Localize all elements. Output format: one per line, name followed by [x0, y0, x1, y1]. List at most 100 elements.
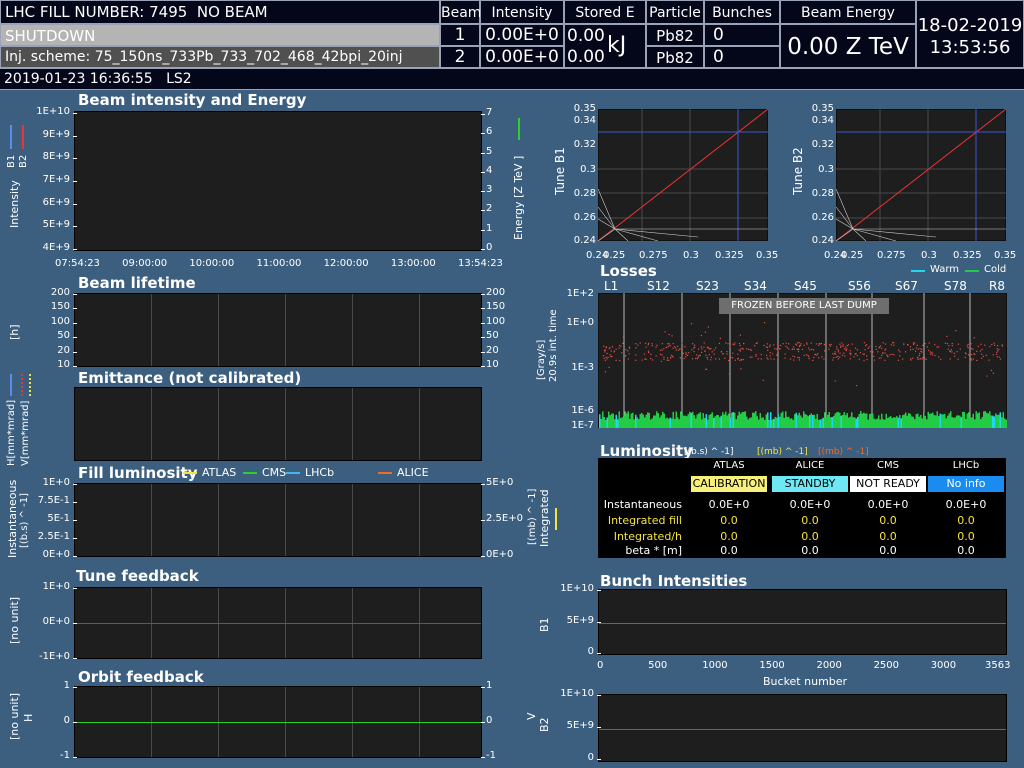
- y-tick-label: 1E+10: [560, 583, 594, 594]
- bunch-b2-plot[interactable]: [598, 694, 1007, 762]
- y-tick-label: 6E+9: [42, 196, 70, 208]
- x-tick-label: 11:00:00: [256, 258, 302, 269]
- fill-number: 7495: [149, 3, 188, 21]
- beam2-particle: Pb82: [656, 49, 694, 67]
- y-tick-label: 50: [486, 330, 499, 342]
- fill-lumi-plot[interactable]: [74, 483, 482, 557]
- y-tick-label: 1E+2: [566, 288, 594, 299]
- y-tick-label: 7: [486, 107, 493, 118]
- x-tick-label: 0.25: [603, 250, 626, 261]
- y-tick-label: 1E-3: [571, 362, 594, 373]
- tune-feedback-title: Tune feedback: [76, 567, 199, 585]
- sector-label: S67: [895, 279, 918, 293]
- x-tick-label: 0.3: [683, 250, 699, 261]
- x-tick-label: 0.3: [921, 250, 937, 261]
- tune-b1-diagram[interactable]: [598, 109, 768, 241]
- sector-label: R8: [989, 279, 1005, 293]
- legend-swatch: [243, 472, 257, 474]
- lumi-value: 0.0: [720, 514, 738, 527]
- beam1-bunches: 0: [713, 25, 724, 45]
- fill-label: LHC FILL NUMBER:: [5, 3, 145, 21]
- y-tick-label: 0E+0: [42, 616, 70, 627]
- y-tick-label: 0: [587, 646, 594, 657]
- bunch-b2-v-label: V: [525, 712, 538, 720]
- legend-swatch: [378, 472, 392, 474]
- y-tick-label: 1E-6: [571, 405, 594, 416]
- cold-legend-line: [965, 270, 979, 272]
- inj-scheme: Inj. scheme: 75_150ns_733Pb_733_702_468_…: [5, 49, 403, 65]
- lumi-row-label: Integrated fill: [607, 514, 682, 527]
- fill-lumi-y2label-unit: [(mb) ^ -1]: [527, 488, 538, 545]
- tune-feedback-plot[interactable]: [74, 587, 482, 659]
- y-tick-label: 0: [63, 715, 70, 726]
- intensity-panel-title: Beam intensity and Energy: [78, 91, 307, 109]
- lumi-value: 0.0: [720, 544, 738, 557]
- y-tick-label: 100: [50, 315, 70, 327]
- beam2-stored-energy: 0.00: [567, 47, 605, 67]
- y-tick-label: 0E+0: [486, 549, 514, 560]
- y-tick-label: 1E+10: [36, 106, 70, 117]
- y-tick-label: 0.3: [818, 164, 834, 175]
- sector-label: L1: [604, 279, 619, 293]
- legend-label: ATLAS: [202, 466, 237, 479]
- luminosity-table: ATLAS ALICE CMS LHCb CALIBRATION STANDBY NOT R…: [598, 458, 1006, 558]
- col-particle: Particle: [649, 5, 701, 21]
- tune-feedback-line: [75, 623, 481, 624]
- y-tick-label: 0.26: [811, 212, 834, 223]
- lumi-unit-inst: [(b.s) ^ -1]: [684, 447, 734, 457]
- sector-label: S78: [944, 279, 967, 293]
- orbit-feedback-plot[interactable]: [74, 686, 482, 758]
- y-tick-label: 5E+9: [42, 219, 70, 231]
- x-tick-label: 12:00:00: [323, 258, 369, 269]
- legend-swatch: [183, 472, 197, 474]
- y-tick-label: -1: [486, 750, 496, 761]
- status-line: 2019-01-23 16:36:55 LS2: [0, 68, 1024, 90]
- y-tick-label: 4: [486, 164, 493, 176]
- lumi-row-label: beta * [m]: [625, 544, 682, 557]
- beam-energy-value: 0.00 Z TeV: [787, 34, 909, 60]
- y-tick-label: -1: [60, 750, 70, 761]
- x-tick-label: 1500: [759, 660, 785, 671]
- warm-legend-label: Warm: [930, 264, 960, 275]
- lumi-row-label: Integrated/h: [613, 530, 682, 543]
- x-tick-label: 0.35: [756, 250, 779, 261]
- beam1-intensity: 0.00E+0: [485, 25, 559, 45]
- y-tick-label: 10: [486, 359, 499, 370]
- bunch-title: Bunch Intensities: [600, 572, 748, 590]
- y-tick-label: 0.24: [573, 235, 596, 246]
- y-tick-label: 0.28: [573, 188, 596, 199]
- sector-label: S45: [794, 279, 817, 293]
- bunch-b1-plot[interactable]: [598, 589, 1007, 655]
- lumi-value: 0.0: [957, 530, 975, 543]
- tune-b2-diagram[interactable]: [836, 109, 1006, 241]
- y-tick-label: 5E+9: [566, 720, 594, 731]
- current-time: 13:53:56: [929, 37, 1011, 58]
- col-bunches: Bunches: [712, 5, 772, 21]
- intensity-plot[interactable]: [74, 111, 482, 251]
- period-label: LS2: [166, 71, 192, 87]
- x-tick-label: 2500: [873, 660, 900, 671]
- x-tick-label: 10:00:00: [189, 258, 235, 269]
- emittance-plot[interactable]: [74, 387, 482, 461]
- cold-legend-label: Cold: [984, 264, 1007, 275]
- lumi-unit-per-hour: [(mb) ^ -1]: [818, 447, 869, 457]
- lifetime-plot[interactable]: [74, 293, 482, 367]
- sector-label: S34: [744, 279, 767, 293]
- y-tick-label: 0.3: [580, 164, 596, 175]
- stored-energy-cell: 0.00 0.00 kJ: [564, 24, 646, 68]
- y-tick-label: 150: [486, 301, 506, 313]
- lumi-unit-integrated: [(mb) ^ -1]: [757, 447, 808, 457]
- y-tick-label: 1: [63, 680, 70, 691]
- lumi-value: 0.0: [879, 530, 897, 543]
- y-tick-label: 200: [50, 287, 70, 298]
- energy-ylabel: Energy [Z TeV ]: [512, 155, 525, 240]
- y-tick-label: 0.34: [811, 115, 834, 126]
- lumi-status-badge: STANDBY: [772, 476, 848, 492]
- beam-mode: SHUTDOWN: [5, 27, 96, 45]
- x-tick-label: 2000: [816, 660, 842, 671]
- x-tick-label: 13:00:00: [390, 258, 436, 269]
- y-tick-label: 1E+0: [42, 581, 70, 592]
- y-tick-label: 200: [486, 287, 506, 298]
- current-date: 18-02-2019: [917, 15, 1023, 36]
- y-tick-label: 3: [486, 184, 493, 196]
